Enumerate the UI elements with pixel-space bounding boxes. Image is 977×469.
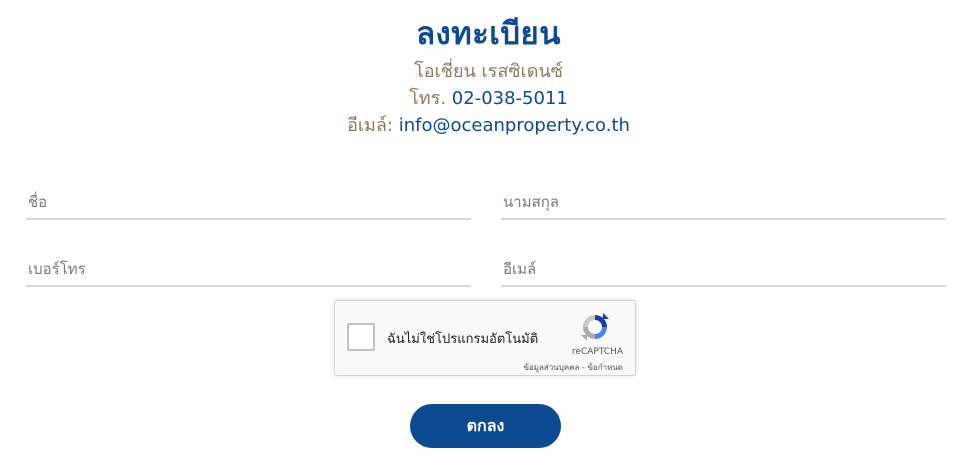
company-name: โอเชี่ยน เรสซิเดนซ์ <box>414 61 563 82</box>
email-label: อีเมล์: <box>347 115 394 136</box>
email-field[interactable] <box>501 255 946 283</box>
submit-button[interactable]: ตกลง <box>410 404 561 448</box>
recaptcha-privacy-link[interactable]: ข้อมูลส่วนบุคคล <box>523 363 579 372</box>
phone-line: โทร. 02-038-5011 <box>0 83 977 112</box>
recaptcha-logo-icon <box>581 313 609 341</box>
page-title: ลงทะเบียน <box>416 16 561 52</box>
email-field-wrapper <box>501 255 946 287</box>
recaptcha-checkbox[interactable] <box>347 323 375 351</box>
email-line: อีเมล์: info@oceanproperty.co.th <box>0 110 977 139</box>
last-name-field[interactable] <box>501 188 946 216</box>
registration-page: ลงทะเบียน โอเชี่ยน เรสซิเดนซ์ โทร. 02-03… <box>0 0 977 469</box>
last-name-field-wrapper <box>501 188 946 220</box>
recaptcha-terms-link[interactable]: ข้อกำหนด <box>587 363 623 372</box>
phone-field[interactable] <box>26 255 471 283</box>
recaptcha-brand: reCAPTCHA <box>571 347 623 357</box>
first-name-field[interactable] <box>26 188 471 216</box>
first-name-field-wrapper <box>26 188 471 220</box>
phone-field-wrapper <box>26 255 471 287</box>
phone-number[interactable]: 02-038-5011 <box>452 88 568 109</box>
recaptcha-links: ข้อมูลส่วนบุคคล - ข้อกำหนด <box>523 361 623 374</box>
email-link[interactable]: info@oceanproperty.co.th <box>399 115 630 136</box>
recaptcha-label: ฉันไม่ใช่โปรแกรมอัตโนมัติ <box>387 332 539 347</box>
recaptcha-widget: ฉันไม่ใช่โปรแกรมอัตโนมัติ reCAPTCHA ข้อม… <box>334 300 636 376</box>
phone-label: โทร. <box>409 88 447 109</box>
